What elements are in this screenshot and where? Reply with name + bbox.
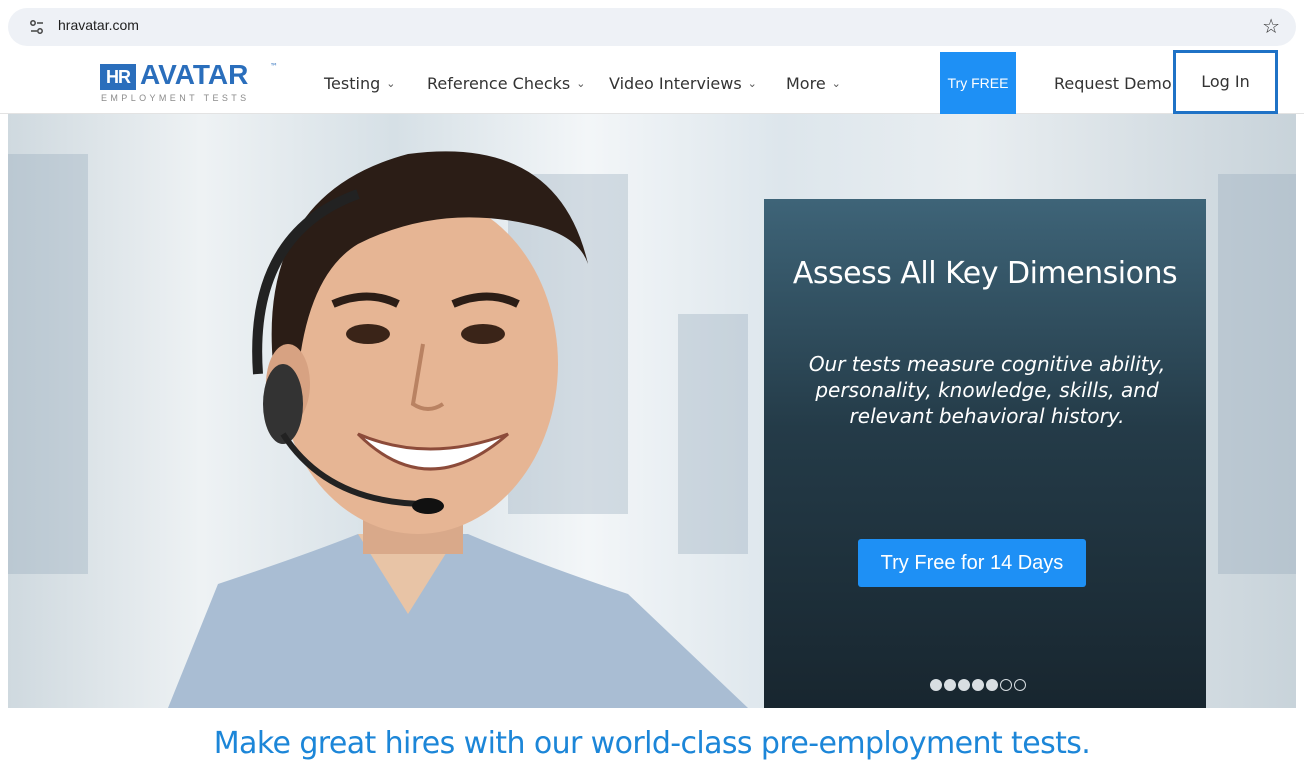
logo-trademark: ™ xyxy=(270,62,278,71)
nav-testing[interactable]: Testing ⌄ xyxy=(324,74,395,93)
star-outline-icon[interactable]: ☆ xyxy=(1262,13,1280,39)
try-free-14-days-button[interactable]: Try Free for 14 Days xyxy=(858,539,1086,587)
nav-more-label: More xyxy=(786,74,826,93)
address-bar[interactable]: hravatar.com ☆ xyxy=(8,8,1296,46)
browser-toolbar: hravatar.com ☆ xyxy=(0,0,1304,54)
background-window xyxy=(8,154,88,574)
chevron-down-icon: ⌄ xyxy=(831,77,841,90)
chevron-down-icon: ⌄ xyxy=(576,77,586,90)
carousel-dot[interactable] xyxy=(986,679,998,691)
carousel-dot[interactable] xyxy=(930,679,942,691)
nav-testing-label: Testing xyxy=(324,74,381,93)
carousel-dot[interactable] xyxy=(1000,679,1012,691)
request-demo-link[interactable]: Request Demo xyxy=(1054,74,1172,93)
carousel-indicators xyxy=(930,679,1040,693)
login-button[interactable]: Log In xyxy=(1173,50,1278,114)
promo-panel: Assess All Key Dimensions Our tests meas… xyxy=(764,199,1206,708)
carousel-dot[interactable] xyxy=(972,679,984,691)
try-free-nav-button[interactable]: Try FREE xyxy=(940,52,1016,114)
section-heading: Make great hires with our world-class pr… xyxy=(213,726,1091,761)
url-text[interactable]: hravatar.com xyxy=(58,17,139,33)
promo-description: Our tests measure cognitive ability, per… xyxy=(808,352,1166,428)
chevron-down-icon: ⌄ xyxy=(747,77,757,90)
logo-wordmark: AVATAR xyxy=(140,59,249,90)
site-header: HR AVATAR ™ EMPLOYMENT TESTS Testing ⌄ Re… xyxy=(0,50,1304,114)
nav-more[interactable]: More ⌄ xyxy=(786,74,841,93)
hero-carousel: Assess All Key Dimensions Our tests meas… xyxy=(8,114,1296,708)
hr-avatar-logo[interactable]: HR AVATAR ™ EMPLOYMENT TESTS xyxy=(100,59,290,106)
nav-reference-checks[interactable]: Reference Checks ⌄ xyxy=(427,74,585,93)
carousel-dot[interactable] xyxy=(958,679,970,691)
nav-video-interviews-label: Video Interviews xyxy=(609,74,742,93)
logo-mark: HR xyxy=(100,64,136,90)
tune-icon[interactable] xyxy=(28,18,46,36)
promo-title: Assess All Key Dimensions xyxy=(792,256,1178,291)
hero-person-image xyxy=(168,151,748,708)
background-window xyxy=(1218,174,1296,574)
chevron-down-icon: ⌄ xyxy=(386,77,396,90)
logo-tagline: EMPLOYMENT TESTS xyxy=(101,93,250,103)
nav-video-interviews[interactable]: Video Interviews ⌄ xyxy=(609,74,757,93)
nav-reference-checks-label: Reference Checks xyxy=(427,74,571,93)
carousel-dot[interactable] xyxy=(944,679,956,691)
carousel-dot[interactable] xyxy=(1014,679,1026,691)
